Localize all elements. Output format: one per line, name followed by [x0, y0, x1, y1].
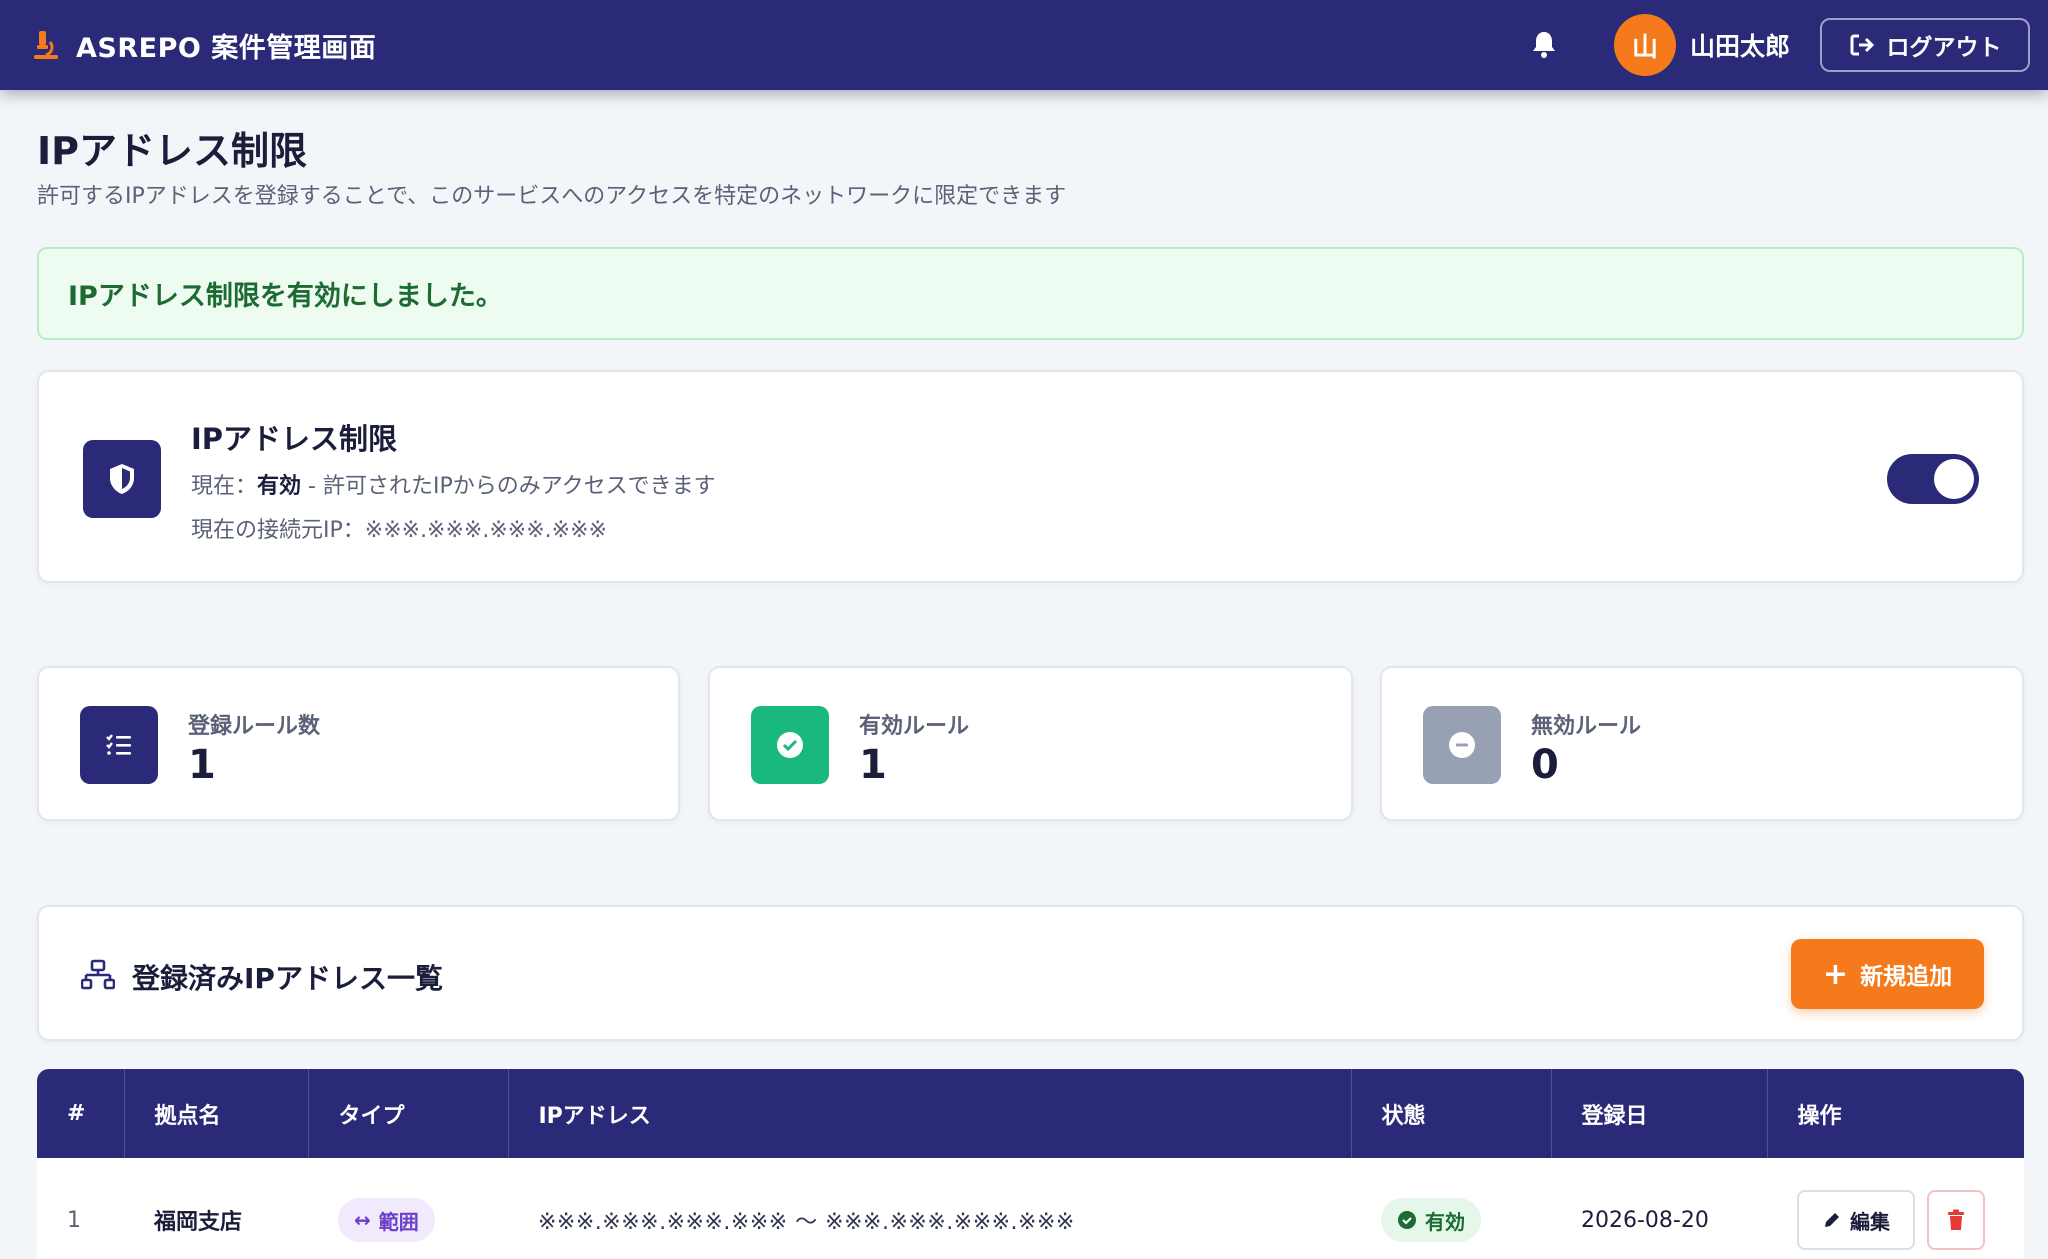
- microscope-icon: [34, 31, 58, 59]
- type-badge: ↔ 範囲: [338, 1198, 435, 1242]
- restriction-status: 現在：有効 - 許可されたIPからのみアクセスできます: [191, 468, 716, 500]
- avatar[interactable]: 山: [1613, 14, 1676, 76]
- range-arrows-icon: ↔: [354, 1208, 371, 1232]
- edit-label: 編集: [1850, 1209, 1890, 1234]
- stat-card-disabled: 無効ルール 0: [1380, 666, 2024, 821]
- status-description: - 許可されたIPからのみアクセスできます: [301, 474, 716, 499]
- column-header-status: 状態: [1351, 1069, 1552, 1158]
- stat-icon-box: [751, 706, 829, 784]
- check-circle-icon: [1398, 1211, 1416, 1229]
- stat-label: 有効ルール: [859, 714, 970, 739]
- status-label: 有効: [1425, 1209, 1465, 1234]
- plus-icon: +: [1822, 956, 1849, 992]
- ip-restriction-card: IPアドレス制限 現在：有効 - 許可されたIPからのみアクセスできます 現在の…: [37, 370, 2024, 583]
- stat-card-total: 登録ルール数 1: [37, 666, 680, 821]
- minus-circle-icon: [1449, 732, 1475, 758]
- shield-icon-box: [83, 440, 161, 518]
- status-prefix: 現在：: [191, 474, 258, 499]
- page-title: IPアドレス制限: [37, 129, 307, 173]
- current-ip-label: 現在の接続元IP：: [191, 518, 365, 543]
- toggle-knob: [1934, 459, 1974, 499]
- user-name[interactable]: 山田太郎: [1690, 27, 1790, 63]
- add-new-label: 新規追加: [1860, 964, 1953, 990]
- add-new-button[interactable]: + 新規追加: [1791, 939, 1984, 1009]
- row-actions-cell: 編集: [1767, 1158, 2024, 1259]
- restriction-title: IPアドレス制限: [191, 422, 398, 456]
- stat-label: 無効ルール: [1531, 714, 1642, 739]
- stat-value: 1: [859, 742, 887, 788]
- column-header-actions: 操作: [1767, 1069, 2024, 1158]
- ip-list-title: 登録済みIPアドレス一覧: [132, 962, 443, 995]
- row-type-cell: ↔ 範囲: [308, 1158, 508, 1259]
- bell-icon[interactable]: [1528, 29, 1560, 61]
- stat-value: 0: [1531, 742, 1559, 788]
- restriction-toggle[interactable]: [1887, 454, 1979, 504]
- status-value: 有効: [257, 474, 302, 499]
- check-circle-icon: [777, 732, 803, 758]
- list-check-icon: [106, 734, 131, 755]
- table-header-row: # 拠点名 タイプ IPアドレス 状態 登録日 操作: [37, 1069, 2024, 1158]
- row-status-cell: 有効: [1351, 1158, 1551, 1259]
- stat-icon-box: [80, 706, 158, 784]
- ip-list-header: 登録済みIPアドレス一覧 + 新規追加: [37, 905, 2024, 1041]
- header-actions: 山 山田太郎 ログアウト: [1528, 14, 2030, 76]
- stat-value: 1: [188, 742, 216, 788]
- row-number: 1: [67, 1207, 81, 1233]
- page-subtitle: 許可するIPアドレスを登録することで、このサービスへのアクセスを特定のネットワー…: [37, 184, 1067, 209]
- row-ip-address: ※※※.※※※.※※※.※※※ 〜 ※※※.※※※.※※※.※※※: [538, 1210, 1075, 1235]
- logout-label: ログアウト: [1886, 35, 2002, 61]
- table-row: 1 福岡支店 ↔ 範囲 ※※※.※※※.※※※.※※※ 〜 ※※※.※※※.※※…: [37, 1158, 2024, 1259]
- column-header-type: タイプ: [308, 1069, 509, 1158]
- edit-button[interactable]: 編集: [1797, 1190, 1915, 1250]
- network-icon: [81, 959, 115, 990]
- alert-message: IPアドレス制限を有効にしました。: [68, 281, 503, 312]
- row-actions: 編集: [1797, 1190, 2024, 1250]
- logout-button[interactable]: ログアウト: [1820, 18, 2030, 72]
- column-header-num: #: [37, 1069, 125, 1158]
- app-title: ASREPO 案件管理画面: [76, 32, 377, 64]
- current-ip: 現在の接続元IP：※※※.※※※.※※※.※※※: [191, 512, 607, 544]
- row-date: 2026-08-20: [1581, 1207, 1709, 1233]
- stat-icon-box: [1423, 706, 1501, 784]
- column-header-date: 登録日: [1551, 1069, 1768, 1158]
- trash-icon: [1948, 1209, 1964, 1230]
- success-alert: IPアドレス制限を有効にしました。: [37, 247, 2024, 340]
- stat-card-enabled: 有効ルール 1: [708, 666, 1353, 821]
- brand[interactable]: ASREPO 案件管理画面: [30, 26, 376, 65]
- current-ip-value: ※※※.※※※.※※※.※※※: [364, 518, 607, 543]
- pencil-icon: [1825, 1213, 1839, 1227]
- status-badge: 有効: [1381, 1198, 1481, 1242]
- column-header-ip: IPアドレス: [508, 1069, 1352, 1158]
- delete-button[interactable]: [1927, 1190, 1985, 1250]
- shield-icon: [110, 464, 134, 494]
- logout-icon: [1850, 34, 1874, 56]
- column-header-name: 拠点名: [124, 1069, 309, 1158]
- stat-label: 登録ルール数: [188, 714, 321, 739]
- top-header: ASREPO 案件管理画面 山 山田太郎 ログアウト: [0, 0, 2048, 90]
- row-site-name: 福岡支店: [154, 1210, 243, 1235]
- type-label: 範囲: [378, 1209, 419, 1234]
- ip-table: # 拠点名 タイプ IPアドレス 状態 登録日 操作 1 福岡支店 ↔ 範囲 ※: [37, 1069, 2024, 1259]
